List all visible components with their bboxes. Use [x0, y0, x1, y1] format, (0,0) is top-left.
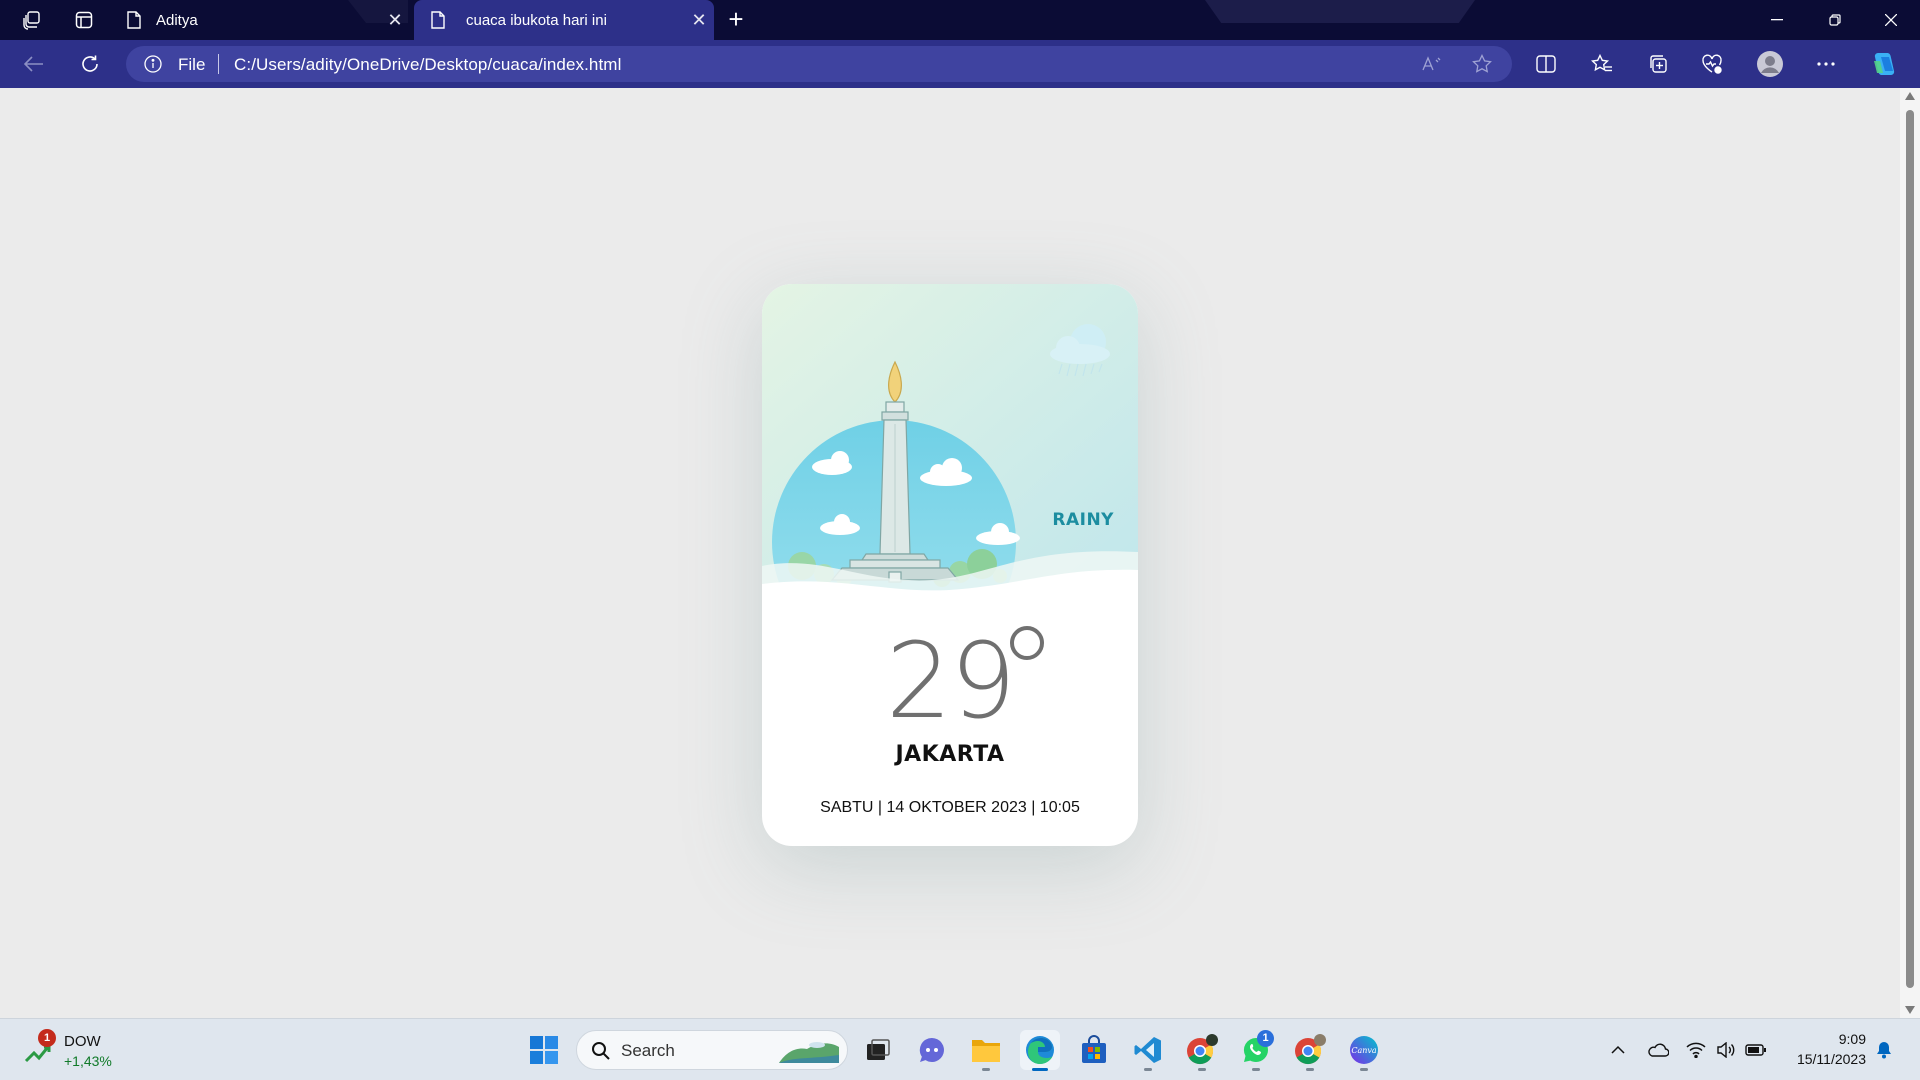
taskbar-app-chrome-2[interactable] [1290, 1030, 1330, 1071]
close-window-icon[interactable] [1862, 0, 1920, 40]
show-hidden-icons-chevron-up-icon[interactable] [1606, 1039, 1630, 1061]
taskbar-app-store[interactable] [1074, 1030, 1114, 1070]
search-highlight-icon [779, 1042, 839, 1063]
scroll-up-icon[interactable] [1905, 92, 1915, 100]
tab-aditya[interactable]: Aditya ✕ [120, 0, 410, 40]
search-label: Search [621, 1041, 675, 1060]
canva-icon: Canva [1350, 1036, 1378, 1064]
address-bar[interactable]: File C:/Users/adity/OneDrive/Desktop/cua… [126, 46, 1512, 82]
clock-date: 15/11/2023 [1796, 1051, 1866, 1067]
vscode-icon [1134, 1037, 1161, 1063]
close-icon[interactable]: ✕ [380, 10, 410, 31]
chrome-icon [1295, 1034, 1326, 1065]
city-name: JAKARTA [895, 742, 1005, 767]
url-text[interactable]: C:/Users/adity/OneDrive/Desktop/cuaca/in… [234, 55, 621, 75]
tab-strip: Aditya ✕ cuaca ibukota hari ini ✕ + [0, 0, 1920, 40]
taskbar-app-chrome-1[interactable] [1182, 1030, 1222, 1071]
page-icon [120, 11, 148, 29]
taskbar-app-chat[interactable] [912, 1030, 952, 1070]
info-icon[interactable] [144, 55, 162, 78]
running-indicator [1032, 1068, 1048, 1071]
page-icon [424, 11, 452, 29]
monas-illustration [762, 284, 1138, 614]
battery-icon[interactable] [1744, 1039, 1768, 1061]
temperature-value: 29 [885, 620, 1016, 742]
canva-label: Canva [1351, 1046, 1377, 1055]
chrome-icon [1187, 1034, 1218, 1065]
system-clock[interactable]: 9:09 15/11/2023 [1784, 1029, 1866, 1069]
weather-card: RAINY 29 JAKARTA SABTU | 14 OKTOBER 2023… [762, 284, 1138, 846]
temperature-display: 29 [762, 626, 1138, 736]
vertical-tabs-icon[interactable] [68, 6, 100, 34]
weather-condition: RAINY [1052, 510, 1114, 530]
folder-icon [972, 1040, 1000, 1062]
taskbar-app-edge[interactable] [1020, 1030, 1060, 1071]
widget-value: +1,43% [64, 1053, 112, 1069]
windows-logo-icon [530, 1036, 558, 1064]
running-indicator [1306, 1068, 1314, 1071]
edge-browser-icon [1026, 1036, 1054, 1064]
date-time: SABTU | 14 OKTOBER 2023 | 10:05 [820, 799, 1080, 816]
collections-icon[interactable] [1640, 48, 1676, 80]
taskbar-app-canva[interactable]: Canva [1344, 1030, 1384, 1071]
scroll-thumb[interactable] [1906, 110, 1914, 988]
taskbar-app-whatsapp[interactable]: 1 [1236, 1030, 1276, 1071]
address-divider [218, 54, 219, 74]
scroll-down-icon[interactable] [1905, 1006, 1915, 1014]
read-aloud-icon[interactable] [1418, 52, 1446, 76]
favorites-icon[interactable] [1584, 48, 1620, 80]
workspaces-icon[interactable] [16, 6, 48, 34]
windows-taskbar: 1 DOW +1,43% Search 1 Canva 9:09 15/11/2… [0, 1018, 1920, 1080]
page-scrollbar[interactable] [1900, 88, 1920, 1018]
widget-title: DOW [64, 1033, 101, 1050]
browser-essentials-icon[interactable] [1694, 48, 1730, 80]
running-indicator [982, 1068, 990, 1071]
taskbar-app-task-view[interactable] [858, 1030, 898, 1070]
tab-title: Aditya [156, 11, 198, 29]
refresh-icon[interactable] [72, 48, 108, 80]
notification-bell-icon[interactable] [1872, 1039, 1896, 1061]
wifi-icon[interactable] [1684, 1039, 1708, 1061]
volume-icon[interactable] [1714, 1039, 1738, 1061]
split-screen-icon[interactable] [1528, 48, 1564, 80]
new-tab-button[interactable]: + [720, 4, 752, 36]
task-view-icon [867, 1039, 890, 1060]
running-indicator [1198, 1068, 1206, 1071]
close-icon[interactable]: ✕ [684, 10, 714, 31]
stock-widget[interactable]: 1 DOW +1,43% [22, 1029, 132, 1071]
widget-badge: 1 [38, 1029, 56, 1047]
restore-icon[interactable] [1806, 0, 1864, 40]
more-options-icon[interactable] [1808, 48, 1844, 80]
running-indicator [1144, 1068, 1152, 1071]
tab-title: cuaca ibukota hari ini [466, 11, 607, 29]
taskbar-search[interactable]: Search [576, 1030, 848, 1070]
onedrive-cloud-icon[interactable] [1646, 1039, 1670, 1061]
back-icon[interactable] [16, 48, 52, 80]
running-indicator [1360, 1068, 1368, 1071]
minimize-icon[interactable] [1748, 0, 1806, 40]
notification-badge: 1 [1257, 1030, 1274, 1047]
tabstrip-drag-area [1205, 0, 1475, 23]
taskbar-app-vscode[interactable] [1128, 1030, 1168, 1071]
browser-toolbar: File C:/Users/adity/OneDrive/Desktop/cua… [0, 40, 1920, 88]
tab-cuaca[interactable]: cuaca ibukota hari ini ✕ [414, 0, 714, 40]
taskbar-app-file-explorer[interactable] [966, 1030, 1006, 1071]
teams-chat-icon [919, 1037, 944, 1062]
start-button[interactable] [524, 1030, 564, 1070]
store-bag-icon [1082, 1035, 1106, 1063]
copilot-icon[interactable] [1866, 48, 1902, 80]
page-viewport: RAINY 29 JAKARTA SABTU | 14 OKTOBER 2023… [0, 88, 1900, 1018]
running-indicator [1252, 1068, 1260, 1071]
degree-symbol [1010, 626, 1044, 660]
profile-avatar-icon[interactable] [1752, 48, 1788, 80]
scheme-label: File [178, 55, 206, 74]
clock-time: 9:09 [1838, 1031, 1866, 1047]
search-icon [592, 1042, 610, 1060]
favorite-star-icon[interactable] [1468, 52, 1496, 76]
